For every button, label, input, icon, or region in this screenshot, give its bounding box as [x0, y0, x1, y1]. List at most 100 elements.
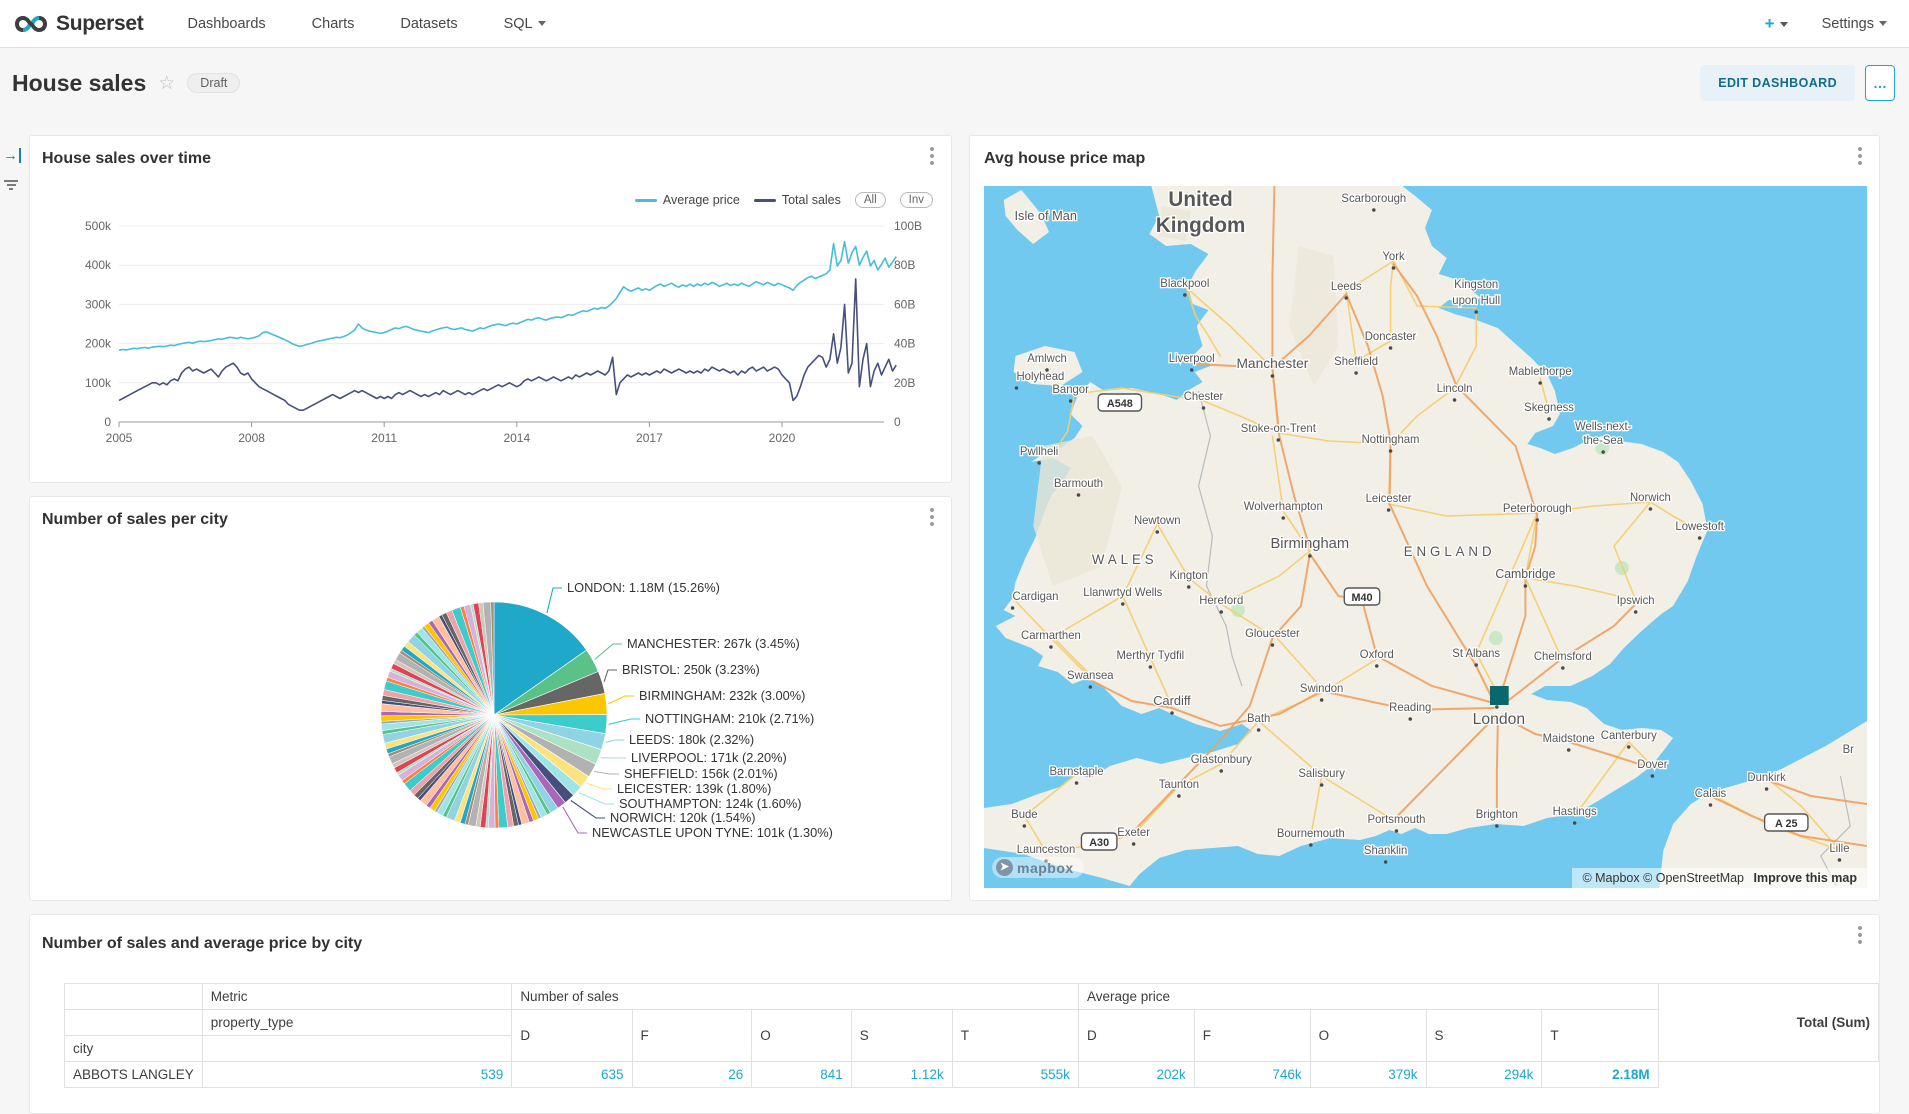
map-place-label: Hastings	[1553, 806, 1597, 818]
map-graphic: Isle of ManScarboroughYorkBlackpoolLeeds…	[984, 186, 1867, 888]
map-place-label: Leeds	[1331, 281, 1362, 293]
chevron-down-icon	[1780, 22, 1788, 27]
total-header: Total (Sum)	[1658, 984, 1878, 1062]
map-place-label: Merthyr Tydfil	[1117, 650, 1185, 662]
cell-total: 2.18M	[1542, 1062, 1658, 1088]
top-navbar: Superset Dashboards Charts Datasets SQL …	[0, 0, 1909, 48]
pie-label-connector	[608, 696, 634, 704]
london-price-marker[interactable]	[1490, 686, 1509, 705]
col-header-O[interactable]: O	[1310, 1010, 1426, 1062]
map-place-label: Hereford	[1199, 595, 1243, 607]
nav-item-datasets[interactable]: Datasets	[400, 16, 457, 32]
map-canvas[interactable]: Isle of ManScarboroughYorkBlackpoolLeeds…	[984, 186, 1867, 888]
svg-text:40B: 40B	[894, 337, 915, 351]
pie-label: BIRMINGHAM: 232k (3.00%)	[639, 688, 805, 703]
map-place-label: St Albans	[1452, 648, 1500, 660]
pie-label: LEEDS: 180k (2.32%)	[629, 732, 754, 747]
col-header-F[interactable]: F	[632, 1010, 752, 1062]
legend-pill-inv[interactable]: Inv	[900, 192, 933, 208]
map-place-label: Barmouth	[1054, 478, 1103, 490]
map-place-label: Dunkirk	[1747, 772, 1786, 784]
card-avg-house-price-map: Avg house price map ••• Isle of ManScarb…	[969, 135, 1880, 901]
pie-label-connector	[587, 783, 612, 789]
new-item-button[interactable]: +	[1765, 14, 1788, 34]
map-place-label: Blackpool	[1160, 278, 1209, 290]
map-place-label: Salisbury	[1298, 768, 1345, 780]
map-place-label: Manchester	[1236, 355, 1308, 371]
settings-menu[interactable]: Settings	[1822, 16, 1887, 32]
col-header-S[interactable]: S	[1426, 1010, 1542, 1062]
pie-label-connector	[604, 670, 617, 682]
nav-item-charts[interactable]: Charts	[312, 16, 355, 32]
filter-icon[interactable]	[3, 178, 19, 192]
pie-label-connector	[606, 740, 624, 742]
cell-number-of-sales: 1.12k	[851, 1062, 952, 1088]
blank-cell	[202, 1036, 512, 1062]
legend-pill-all[interactable]: All	[855, 192, 886, 208]
attribution-text[interactable]: © Mapbox © OpenStreetMap	[1582, 871, 1744, 885]
favorite-star-icon[interactable]: ☆	[158, 72, 175, 95]
col-header-T[interactable]: T	[1542, 1010, 1658, 1062]
col-header-T[interactable]: T	[952, 1010, 1078, 1062]
superset-logo[interactable]: Superset	[14, 12, 143, 36]
map-place-label: Exeter	[1117, 827, 1150, 839]
map-place-label: Bournemouth	[1277, 828, 1345, 840]
svg-text:A 25: A 25	[1775, 818, 1797, 830]
chevron-down-icon	[1879, 21, 1887, 26]
map-place-label: Kington	[1170, 570, 1208, 582]
line-chart[interactable]: 00100k20B200k40B300k60B400k80B500k100B20…	[44, 214, 939, 464]
status-badge: Draft	[187, 73, 240, 93]
series-total-sales	[119, 279, 896, 410]
col-header-S[interactable]: S	[851, 1010, 952, 1062]
edit-dashboard-button[interactable]: EDIT DASHBOARD	[1700, 65, 1855, 101]
chart-menu-kebab-icon[interactable]: •••	[925, 146, 939, 167]
svg-text:2020: 2020	[769, 431, 796, 445]
col-header-D[interactable]: D	[1078, 1010, 1194, 1062]
map-place-label: Gloucester	[1245, 628, 1300, 640]
svg-text:300k: 300k	[85, 297, 112, 311]
map-place-label: Wells-next-	[1575, 421, 1632, 433]
nav-item-sql[interactable]: SQL	[504, 16, 546, 32]
map-place-label: Canterbury	[1601, 730, 1657, 742]
svg-text:0: 0	[104, 415, 111, 429]
chart-menu-kebab-icon[interactable]: •••	[1853, 146, 1867, 167]
legend-item[interactable]: Total sales	[754, 193, 841, 207]
pie-label-connector	[609, 719, 640, 724]
expand-filter-bar-icon[interactable]: →	[3, 148, 21, 163]
svg-text:A30: A30	[1089, 837, 1109, 849]
pie-label-connector	[571, 801, 605, 819]
svg-text:2008: 2008	[238, 431, 265, 445]
map-place-label: Ipswich	[1617, 595, 1655, 607]
chart-menu-kebab-icon[interactable]: •••	[925, 507, 939, 528]
col-header-F[interactable]: F	[1194, 1010, 1310, 1062]
map-place-label: Bude	[1011, 809, 1037, 821]
svg-text:2014: 2014	[503, 431, 530, 445]
mapbox-logo[interactable]: ➤ mapbox	[992, 857, 1084, 878]
map-place-label: Liverpool	[1169, 353, 1215, 365]
pie-label-connector	[563, 807, 587, 833]
map-place-label: Amlwch	[1027, 353, 1067, 365]
map-place-label: Brighton	[1476, 809, 1518, 821]
dashboard-more-button[interactable]: …	[1865, 65, 1895, 101]
map-place-label: Chester	[1184, 391, 1224, 403]
chart-title: Number of sales and average price by cit…	[42, 935, 362, 953]
pie-label: SHEFFIELD: 156k (2.01%)	[624, 766, 778, 781]
page-title: House sales	[12, 70, 146, 97]
nav-item-dashboards[interactable]: Dashboards	[187, 16, 265, 32]
improve-map-link[interactable]: Improve this map	[1754, 871, 1858, 885]
col-header-D[interactable]: D	[512, 1010, 632, 1062]
map-place-label: Skegness	[1524, 402, 1574, 414]
pie-chart[interactable]: LONDON: 1.18M (15.26%)MANCHESTER: 267k (…	[30, 537, 953, 897]
svg-text:A548: A548	[1107, 398, 1133, 410]
cell-average-price: 555k	[952, 1062, 1078, 1088]
map-place-label: Glastonbury	[1191, 754, 1252, 766]
legend-item[interactable]: Average price	[635, 193, 740, 207]
col-header-O[interactable]: O	[752, 1010, 851, 1062]
map-region-label: ENGLAND	[1404, 544, 1496, 559]
legend-swatch	[754, 199, 776, 202]
map-place-label: Birmingham	[1270, 536, 1349, 552]
map-place-label: Sheffield	[1334, 356, 1378, 368]
pie-label: LEICESTER: 139k (1.80%)	[617, 781, 771, 796]
map-place-label: Swansea	[1067, 670, 1114, 682]
chart-menu-kebab-icon[interactable]: •••	[1853, 925, 1867, 946]
